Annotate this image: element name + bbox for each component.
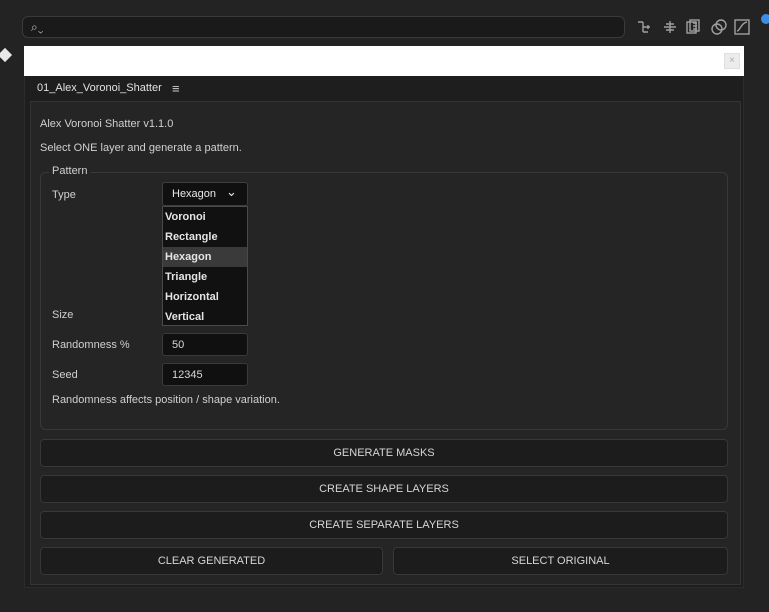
option-triangle[interactable]: Triangle	[163, 267, 247, 287]
option-voronoi[interactable]: Voronoi	[163, 207, 247, 227]
randomness-input[interactable]: 50	[162, 333, 248, 356]
frame-blend-icon[interactable]	[685, 18, 705, 36]
clear-generated-button[interactable]: CLEAR GENERATED	[40, 547, 383, 575]
size-label: Size	[52, 309, 74, 321]
panel-header-strip	[24, 46, 744, 76]
option-vertical[interactable]: Vertical	[163, 307, 247, 327]
motion-blur-icon[interactable]	[710, 18, 730, 36]
search-input[interactable]: ⌕⌄	[22, 16, 625, 38]
parent-link-icon[interactable]	[661, 18, 681, 36]
pattern-group	[40, 172, 728, 430]
notification-dot	[761, 14, 769, 24]
option-rectangle[interactable]: Rectangle	[163, 227, 247, 247]
graph-editor-icon[interactable]	[733, 18, 753, 36]
create-separate-layers-button[interactable]: CREATE SEPARATE LAYERS	[40, 511, 728, 539]
pattern-legend: Pattern	[49, 165, 91, 177]
select-original-button[interactable]: SELECT ORIGINAL	[393, 547, 728, 575]
panel-tab-title[interactable]: 01_Alex_Voronoi_Shatter	[37, 82, 162, 94]
randomness-note: Randomness affects position / shape vari…	[52, 394, 280, 406]
randomness-label: Randomness %	[52, 339, 130, 351]
script-title: Alex Voronoi Shatter v1.1.0	[40, 118, 174, 130]
create-shape-layers-button[interactable]: CREATE SHAPE LAYERS	[40, 475, 728, 503]
keyframe-icon	[0, 47, 13, 63]
seed-input[interactable]: 12345	[162, 363, 248, 386]
chevron-down-icon[interactable]: ⌄	[226, 184, 237, 200]
type-label: Type	[52, 189, 76, 201]
generate-masks-button[interactable]: GENERATE MASKS	[40, 439, 728, 467]
hierarchy-icon[interactable]	[636, 18, 656, 36]
seed-label: Seed	[52, 369, 78, 381]
search-icon[interactable]: ⌕⌄	[31, 20, 43, 35]
panel-menu-icon[interactable]: ≡	[172, 81, 180, 96]
option-horizontal[interactable]: Horizontal	[163, 287, 247, 307]
close-icon[interactable]: ×	[724, 53, 740, 69]
instruction-text: Select ONE layer and generate a pattern.	[40, 142, 242, 154]
option-hexagon[interactable]: Hexagon	[163, 247, 247, 267]
